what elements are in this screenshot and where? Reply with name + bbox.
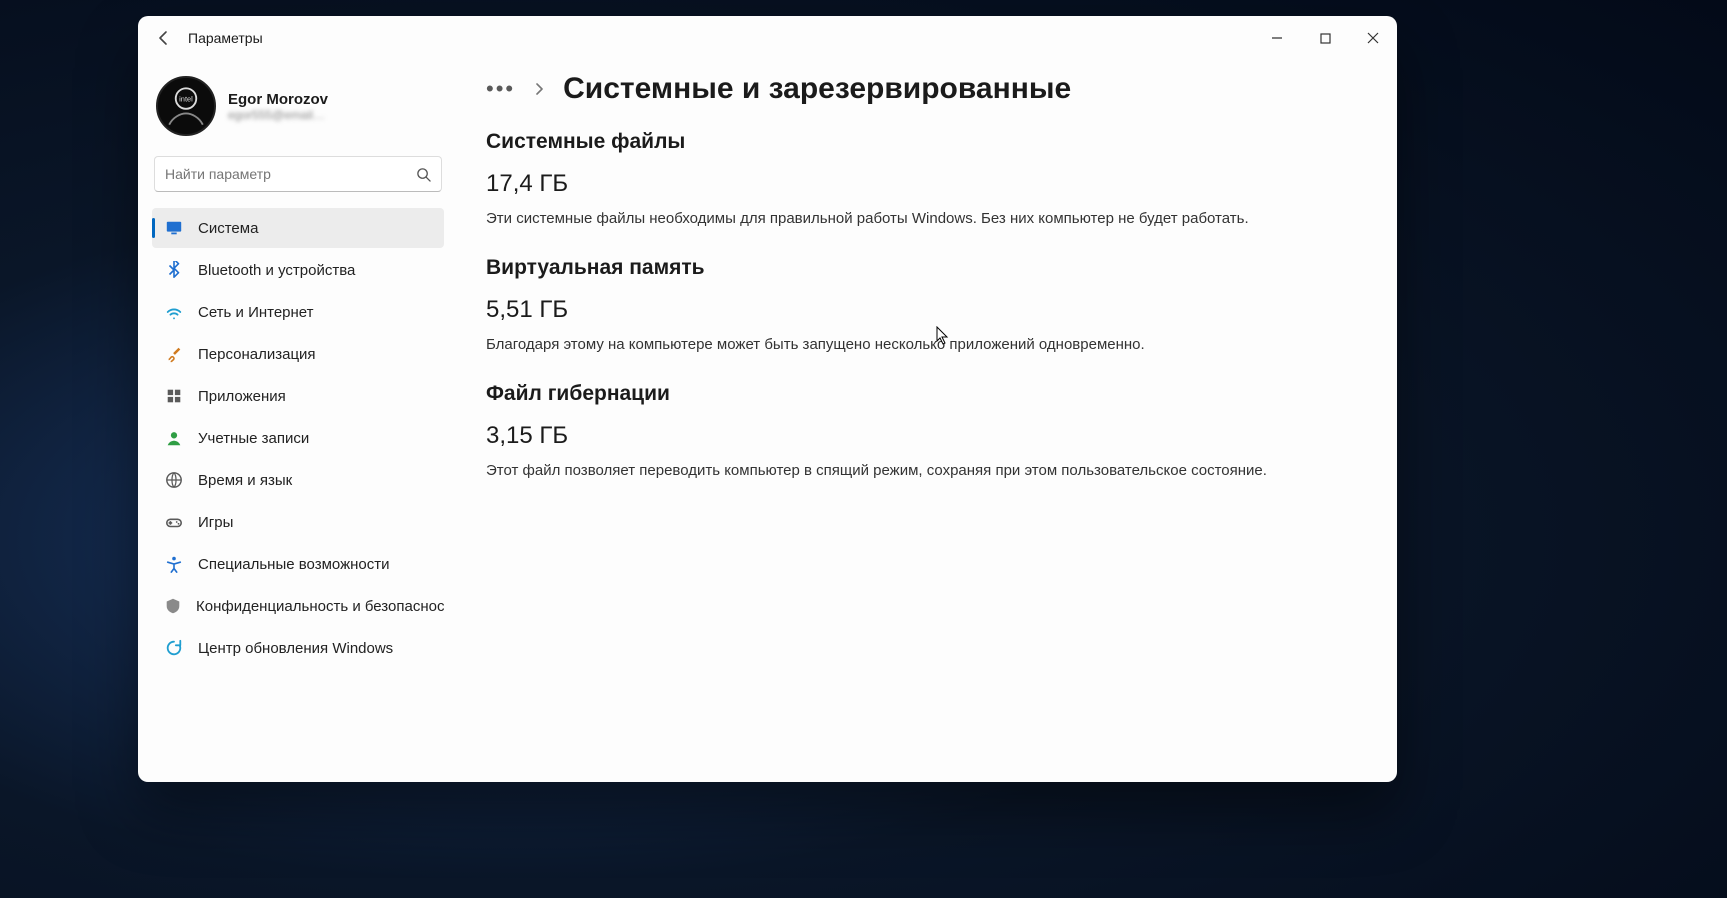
sidebar-item-timelang[interactable]: Время и язык [152, 460, 444, 500]
close-button[interactable] [1349, 16, 1397, 60]
maximize-icon [1320, 33, 1331, 44]
wifi-icon [164, 302, 184, 322]
minimize-icon [1271, 32, 1283, 44]
a11y-icon [164, 554, 184, 574]
sidebar-item-label: Учетные записи [198, 430, 309, 447]
sidebar-item-personalize[interactable]: Персонализация [152, 334, 444, 374]
sidebar-item-apps[interactable]: Приложения [152, 376, 444, 416]
sidebar-item-label: Сеть и Интернет [198, 304, 314, 321]
sidebar-item-label: Приложения [198, 388, 286, 405]
shield-icon [164, 596, 182, 616]
brush-icon [164, 344, 184, 364]
window-title: Параметры [188, 30, 263, 46]
nav-list: Система Bluetooth и устройства Сеть и Инте… [152, 208, 444, 668]
storage-section: Файл гибернации 3,15 ГБ Этот файл позволяе… [486, 382, 1357, 482]
sidebar-item-accounts[interactable]: Учетные записи [152, 418, 444, 458]
sidebar-item-system[interactable]: Система [152, 208, 444, 248]
titlebar: Параметры [138, 16, 1397, 60]
section-value: 3,15 ГБ [486, 422, 1357, 450]
sidebar-item-update[interactable]: Центр обновления Windows [152, 628, 444, 668]
maximize-button[interactable] [1301, 16, 1349, 60]
apps-icon [164, 386, 184, 406]
storage-section: Виртуальная память 5,51 ГБ Благодаря этому… [486, 256, 1357, 356]
section-heading: Файл гибернации [486, 382, 1357, 406]
avatar: intel [156, 76, 216, 136]
search-input[interactable] [165, 166, 416, 182]
search-icon [416, 167, 431, 182]
settings-window: Параметры intel [138, 16, 1397, 782]
sidebar-item-a11y[interactable]: Специальные возможности [152, 544, 444, 584]
sidebar-item-label: Персонализация [198, 346, 316, 363]
main-content: ••• Системные и зарезервированные Систем… [458, 60, 1397, 782]
sidebar-item-label: Центр обновления Windows [198, 640, 393, 657]
sidebar-item-bluetooth[interactable]: Bluetooth и устройства [152, 250, 444, 290]
back-button[interactable] [150, 24, 178, 52]
sidebar-item-gaming[interactable]: Игры [152, 502, 444, 542]
breadcrumb: ••• Системные и зарезервированные [486, 72, 1357, 106]
gamepad-icon [164, 512, 184, 532]
section-description: Благодаря этому на компьютере может быть… [486, 334, 1306, 356]
profile-email: egor555@email… [228, 108, 328, 122]
profile-text: Egor Morozov egor555@email… [228, 91, 328, 122]
section-heading: Системные файлы [486, 130, 1357, 154]
sidebar: intel Egor Morozov egor555@email… Систем… [138, 60, 458, 782]
svg-text:intel: intel [179, 94, 193, 103]
breadcrumb-more-button[interactable]: ••• [486, 76, 515, 102]
search-box[interactable] [154, 156, 442, 192]
person-icon [164, 428, 184, 448]
sidebar-item-label: Bluetooth и устройства [198, 262, 355, 279]
globe-icon [164, 470, 184, 490]
profile-name: Egor Morozov [228, 91, 328, 108]
page-title: Системные и зарезервированные [563, 72, 1071, 106]
storage-section: Системные файлы 17,4 ГБ Эти системные файл… [486, 130, 1357, 230]
section-value: 5,51 ГБ [486, 296, 1357, 324]
section-description: Эти системные файлы необходимы для прави… [486, 208, 1306, 230]
arrow-left-icon [156, 30, 172, 46]
section-description: Этот файл позволяет переводить компьютер… [486, 460, 1306, 482]
monitor-icon [164, 218, 184, 238]
chevron-right-icon [533, 83, 545, 95]
sidebar-item-label: Время и язык [198, 472, 292, 489]
sidebar-item-label: Игры [198, 514, 233, 531]
sidebar-item-network[interactable]: Сеть и Интернет [152, 292, 444, 332]
sidebar-item-label: Специальные возможности [198, 556, 390, 573]
bluetooth-icon [164, 260, 184, 280]
profile-card[interactable]: intel Egor Morozov egor555@email… [152, 70, 444, 150]
update-icon [164, 638, 184, 658]
sidebar-item-label: Система [198, 220, 258, 237]
section-heading: Виртуальная память [486, 256, 1357, 280]
sidebar-item-privacy[interactable]: Конфиденциальность и безопасность [152, 586, 444, 626]
sections-container: Системные файлы 17,4 ГБ Эти системные файл… [486, 130, 1357, 481]
avatar-image-icon: intel [158, 76, 214, 136]
close-icon [1367, 32, 1379, 44]
sidebar-item-label: Конфиденциальность и безопасность [196, 598, 444, 615]
section-value: 17,4 ГБ [486, 170, 1357, 198]
minimize-button[interactable] [1253, 16, 1301, 60]
window-controls [1253, 16, 1397, 60]
